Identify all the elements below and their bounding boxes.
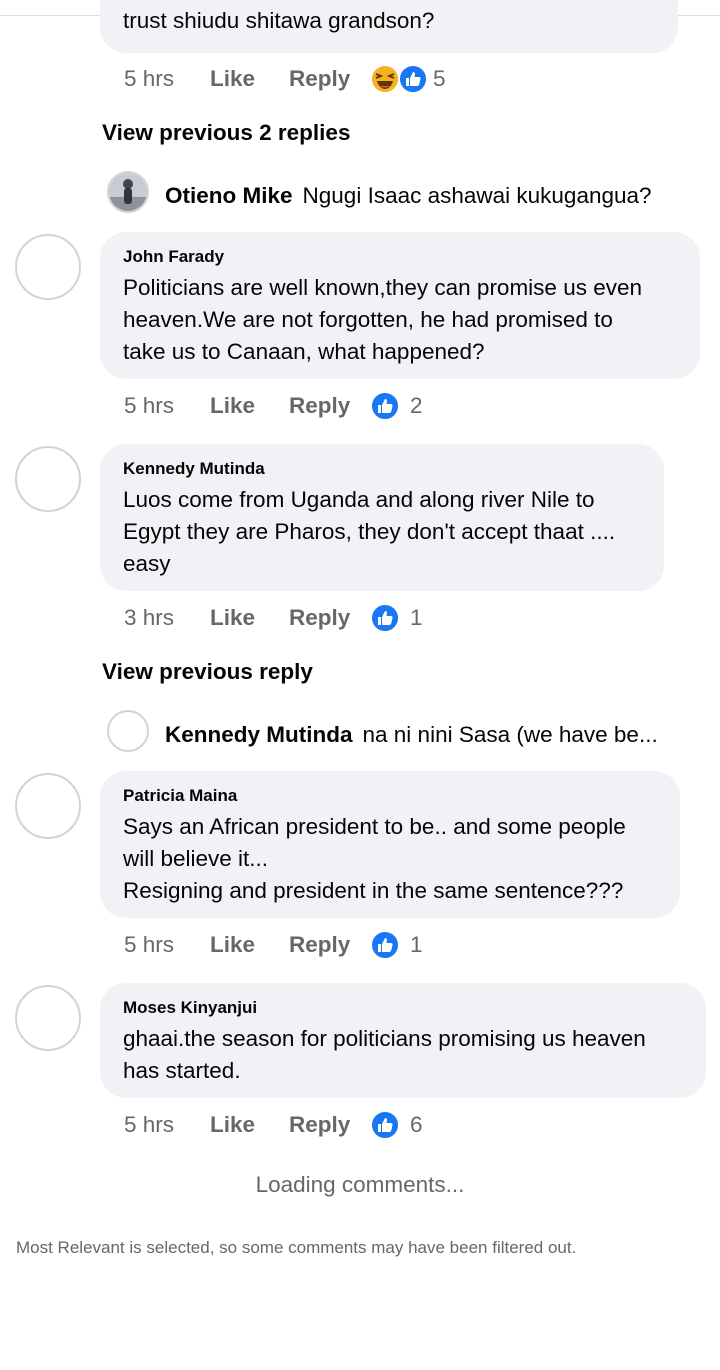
reply-button[interactable]: Reply: [289, 601, 350, 635]
comment-line: Politicians are well known,they can prom…: [123, 275, 643, 300]
like-button[interactable]: Like: [210, 389, 255, 423]
reaction-count: 1: [410, 932, 423, 957]
comment-line: Says an African president to be.. and so…: [123, 814, 626, 839]
like-button[interactable]: Like: [210, 1108, 255, 1142]
like-button[interactable]: Like: [210, 928, 255, 962]
comment-bubble: Moses Kinyanjui ghaai.the season for pol…: [100, 983, 706, 1098]
reply-preview[interactable]: Otieno Mike Ngugi Isaac ashawai kukugangu…: [165, 181, 652, 211]
avatar[interactable]: [107, 171, 149, 213]
comment-line: Luos come from Uganda and along river Ni…: [123, 487, 595, 512]
reaction-count: 2: [410, 393, 423, 418]
comment-line: ghaai.the season for politicians promisi…: [123, 1026, 646, 1051]
comment-meta: 5 hrs Like Reply 6: [124, 1108, 684, 1142]
reply-text: na ni nini Sasa (we have be...: [362, 722, 658, 747]
comment-author[interactable]: John Farady: [123, 246, 678, 268]
reaction-summary[interactable]: 1: [370, 930, 430, 960]
reaction-count: 6: [410, 1112, 423, 1137]
like-reaction-icon: [398, 64, 428, 94]
avatar[interactable]: [107, 710, 149, 752]
comment-time: 5 hrs: [124, 1112, 175, 1137]
haha-reaction-icon: [370, 64, 400, 94]
filter-notice: Most Relevant is selected, so some comme…: [16, 1238, 577, 1257]
comment-line: heaven.We are not forgotten, he had prom…: [123, 307, 613, 332]
reaction-summary[interactable]: 5: [370, 64, 460, 94]
comment-bubble: Kennedy Mutinda Luos come from Uganda an…: [100, 444, 664, 591]
avatar[interactable]: [15, 773, 81, 839]
reaction-summary[interactable]: 2: [370, 391, 430, 421]
comment-time: 5 hrs: [124, 393, 175, 418]
reaction-summary[interactable]: 6: [370, 1110, 430, 1140]
like-button[interactable]: Like: [210, 62, 255, 96]
comment-text: Luos come from Uganda and along river Ni…: [123, 484, 642, 580]
comment-text: Politicians are well known,they can prom…: [123, 272, 678, 368]
reply-text: Ngugi Isaac ashawai kukugangua?: [302, 183, 652, 208]
comment-time: 5 hrs: [124, 66, 175, 91]
avatar[interactable]: [15, 446, 81, 512]
view-previous-replies-link[interactable]: View previous 2 replies: [102, 118, 350, 148]
like-reaction-icon: [370, 1110, 400, 1140]
avatar[interactable]: [15, 234, 81, 300]
comment-text: Says an African president to be.. and so…: [123, 811, 658, 907]
comment-bubble-partial: trust shiudu shitawa grandson?: [100, 0, 678, 53]
reply-author[interactable]: Kennedy Mutinda: [165, 722, 353, 747]
comment-line: Egypt they are Pharos, they don't accept…: [123, 519, 616, 544]
comment-line: take us to Canaan, what happened?: [123, 339, 485, 364]
reply-author[interactable]: Otieno Mike: [165, 183, 293, 208]
comment-author[interactable]: Moses Kinyanjui: [123, 997, 684, 1019]
comment-meta-partial: 5 hrs Like Reply 5: [124, 62, 684, 96]
comment-meta: 3 hrs Like Reply 1: [124, 601, 684, 635]
comment-line: will believe it...: [123, 846, 269, 871]
view-previous-reply-link[interactable]: View previous reply: [102, 657, 313, 687]
comment-meta: 5 hrs Like Reply 2: [124, 389, 684, 423]
reply-button[interactable]: Reply: [289, 1108, 350, 1142]
comment-bubble: John Farady Politicians are well known,t…: [100, 232, 700, 379]
comment-text: trust shiudu shitawa grandson?: [123, 8, 435, 33]
comment-text: ghaai.the season for politicians promisi…: [123, 1023, 684, 1087]
avatar[interactable]: [15, 985, 81, 1051]
reply-button[interactable]: Reply: [289, 928, 350, 962]
reply-button[interactable]: Reply: [289, 389, 350, 423]
comment-line: Resigning and president in the same sent…: [123, 878, 624, 903]
like-button[interactable]: Like: [210, 601, 255, 635]
reaction-count: 1: [410, 605, 423, 630]
comment-time: 5 hrs: [124, 932, 175, 957]
like-reaction-icon: [370, 930, 400, 960]
comment-line: has started.: [123, 1058, 241, 1083]
reaction-summary[interactable]: 1: [370, 603, 430, 633]
comment-bubble: Patricia Maina Says an African president…: [100, 771, 680, 918]
reply-preview[interactable]: Kennedy Mutinda na ni nini Sasa (we have …: [165, 720, 658, 750]
comment-author[interactable]: Kennedy Mutinda: [123, 458, 642, 480]
comment-author[interactable]: Patricia Maina: [123, 785, 658, 807]
reaction-count: 5: [433, 66, 446, 91]
like-reaction-icon: [370, 391, 400, 421]
like-reaction-icon: [370, 603, 400, 633]
comment-meta: 5 hrs Like Reply 1: [124, 928, 684, 962]
comment-line: easy: [123, 551, 171, 576]
loading-comments-status: Loading comments...: [255, 1172, 465, 1197]
profile-photo-icon: [109, 173, 147, 211]
reply-button[interactable]: Reply: [289, 62, 350, 96]
comment-time: 3 hrs: [124, 605, 175, 630]
